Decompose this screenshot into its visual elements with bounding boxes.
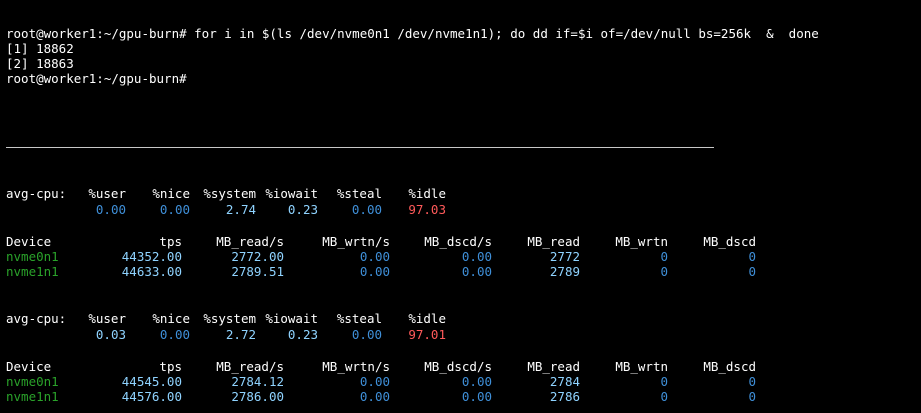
device-read: 2772: [549, 249, 580, 264]
dev-header-dscd: MB_dscd: [703, 359, 756, 374]
dev-header-wrtn-s: MB_wrtn/s: [322, 359, 390, 374]
device-dscd-s: 0.00: [461, 389, 492, 404]
device-name: nvme1n1: [6, 264, 59, 279]
cpu-header-iowait: %iowait: [265, 311, 318, 326]
job-line-1: [1] 18862: [6, 41, 74, 56]
dev-header-read-s: MB_read/s: [216, 234, 284, 249]
cpu-header-user: %user: [88, 311, 126, 326]
device-dscd: 0: [748, 389, 756, 404]
device-wrtn-s: 0.00: [359, 389, 390, 404]
device-wrtn: 0: [660, 389, 668, 404]
dev-header-dscd-s: MB_dscd/s: [424, 359, 492, 374]
pane-divider: [6, 147, 714, 148]
cpu-header-nice: %nice: [152, 311, 190, 326]
dev-header-device: Device: [6, 234, 52, 249]
dev-header-read: MB_read: [527, 359, 580, 374]
device-read: 2786: [549, 389, 580, 404]
device-wrtn-s: 0.00: [359, 374, 390, 389]
cpu-value-iowait: 0.23: [287, 202, 318, 217]
cpu-value-user: 0.00: [95, 202, 126, 217]
cpu-header-idle: %idle: [408, 186, 446, 201]
cpu-header-steal: %steal: [336, 186, 382, 201]
cpu-value-user: 0.03: [95, 327, 126, 342]
device-tps: 44352.00: [121, 249, 182, 264]
cpu-value-idle: 97.01: [408, 327, 446, 342]
device-read-s: 2772.00: [231, 249, 284, 264]
device-wrtn: 0: [660, 249, 668, 264]
device-read: 2784: [549, 374, 580, 389]
device-name: nvme1n1: [6, 389, 59, 404]
cpu-value-nice: 0.00: [159, 202, 190, 217]
cpu-value-nice: 0.00: [159, 327, 190, 342]
cpu-header-user: %user: [88, 186, 126, 201]
device-wrtn-s: 0.00: [359, 264, 390, 279]
dev-header-read-s: MB_read/s: [216, 359, 284, 374]
device-read: 2789: [549, 264, 580, 279]
dev-header-read: MB_read: [527, 234, 580, 249]
cpu-header-nice: %nice: [152, 186, 190, 201]
device-wrtn: 0: [660, 264, 668, 279]
device-tps: 44545.00: [121, 374, 182, 389]
device-dscd-s: 0.00: [461, 374, 492, 389]
cpu-value-system: 2.72: [225, 327, 256, 342]
shell-prompt[interactable]: root@worker1:~/gpu-burn#: [6, 71, 187, 87]
device-read-s: 2784.12: [231, 374, 284, 389]
cpu-header-system: %system: [203, 311, 256, 326]
avg-cpu-label: avg-cpu:: [6, 311, 67, 326]
dev-header-dscd-s: MB_dscd/s: [424, 234, 492, 249]
cpu-value-system: 2.74: [225, 202, 256, 217]
job-line-2: [2] 18863: [6, 56, 74, 71]
device-dscd-s: 0.00: [461, 249, 492, 264]
device-wrtn: 0: [660, 374, 668, 389]
dev-header-wrtn: MB_wrtn: [615, 234, 668, 249]
device-dscd: 0: [748, 264, 756, 279]
cpu-value-idle: 97.03: [408, 202, 446, 217]
device-dscd-s: 0.00: [461, 264, 492, 279]
cpu-value-steal: 0.00: [351, 327, 382, 342]
device-tps: 44576.00: [121, 389, 182, 404]
cpu-header-system: %system: [203, 186, 256, 201]
cpu-header-iowait: %iowait: [265, 186, 318, 201]
dev-header-wrtn: MB_wrtn: [615, 359, 668, 374]
device-name: nvme0n1: [6, 249, 59, 264]
dev-header-tps: tps: [159, 234, 182, 249]
device-dscd: 0: [748, 374, 756, 389]
dev-header-tps: tps: [159, 359, 182, 374]
dev-header-dscd: MB_dscd: [703, 234, 756, 249]
device-tps: 44633.00: [121, 264, 182, 279]
terminal-window[interactable]: { "colors": { "background": "#000000", "…: [0, 0, 921, 413]
cpu-header-idle: %idle: [408, 311, 446, 326]
device-dscd: 0: [748, 249, 756, 264]
device-name: nvme0n1: [6, 374, 59, 389]
cpu-value-steal: 0.00: [351, 202, 382, 217]
device-read-s: 2786.00: [231, 389, 284, 404]
device-read-s: 2789.51: [231, 264, 284, 279]
cpu-value-iowait: 0.23: [287, 327, 318, 342]
cpu-header-steal: %steal: [336, 311, 382, 326]
command-line: root@worker1:~/gpu-burn# for i in $(ls /…: [6, 26, 819, 41]
avg-cpu-label: avg-cpu:: [6, 186, 67, 201]
device-wrtn-s: 0.00: [359, 249, 390, 264]
dev-header-wrtn-s: MB_wrtn/s: [322, 234, 390, 249]
dev-header-device: Device: [6, 359, 52, 374]
